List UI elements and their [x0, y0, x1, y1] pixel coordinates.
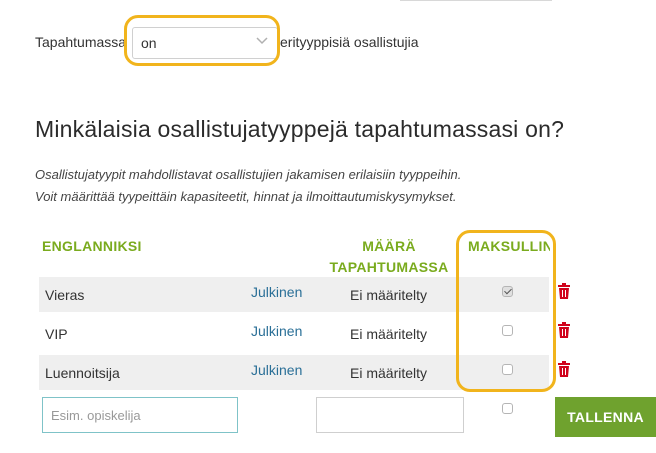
new-type-name-input[interactable]: [43, 398, 237, 432]
row-name: Vieras: [45, 287, 85, 303]
highlight-paid-column: [456, 230, 556, 392]
trash-icon[interactable]: [557, 361, 571, 377]
visibility-link[interactable]: Julkinen: [251, 362, 302, 378]
trash-icon[interactable]: [557, 283, 571, 299]
section-heading: Minkälaisia osallistujatyyppejä tapahtum…: [35, 116, 565, 142]
description-line-1: Osallistujatyypit mahdollistavat osallis…: [35, 167, 462, 182]
new-type-paid-checkbox[interactable]: [502, 403, 513, 414]
save-button[interactable]: TALLENNA: [555, 397, 656, 437]
row-name: Luennoitsija: [45, 365, 120, 381]
new-type-amount-input[interactable]: [317, 398, 463, 432]
top-divider: [400, 0, 552, 1]
trash-icon[interactable]: [557, 322, 571, 338]
column-header-language: ENGLANNIKSI: [42, 238, 142, 254]
row-amount: Ei määritelty: [350, 287, 428, 303]
description-line-2: Voit määrittää tyypeittäin kapasiteetit,…: [35, 189, 457, 204]
sentence-suffix: erityyppisiä osallistujia: [280, 34, 419, 50]
sentence-prefix: Tapahtumassa: [35, 34, 127, 50]
visibility-link[interactable]: Julkinen: [251, 284, 302, 300]
column-header-amount: MÄÄRÄ TAPAHTUMASSA: [329, 238, 449, 274]
row-amount: Ei määritelty: [350, 326, 428, 342]
highlight-select: [124, 15, 280, 66]
new-type-amount-field[interactable]: [316, 397, 464, 433]
row-amount: Ei määritelty: [350, 365, 428, 381]
new-type-name-field[interactable]: [42, 397, 238, 433]
visibility-link[interactable]: Julkinen: [251, 323, 302, 339]
row-name: VIP: [45, 326, 68, 342]
